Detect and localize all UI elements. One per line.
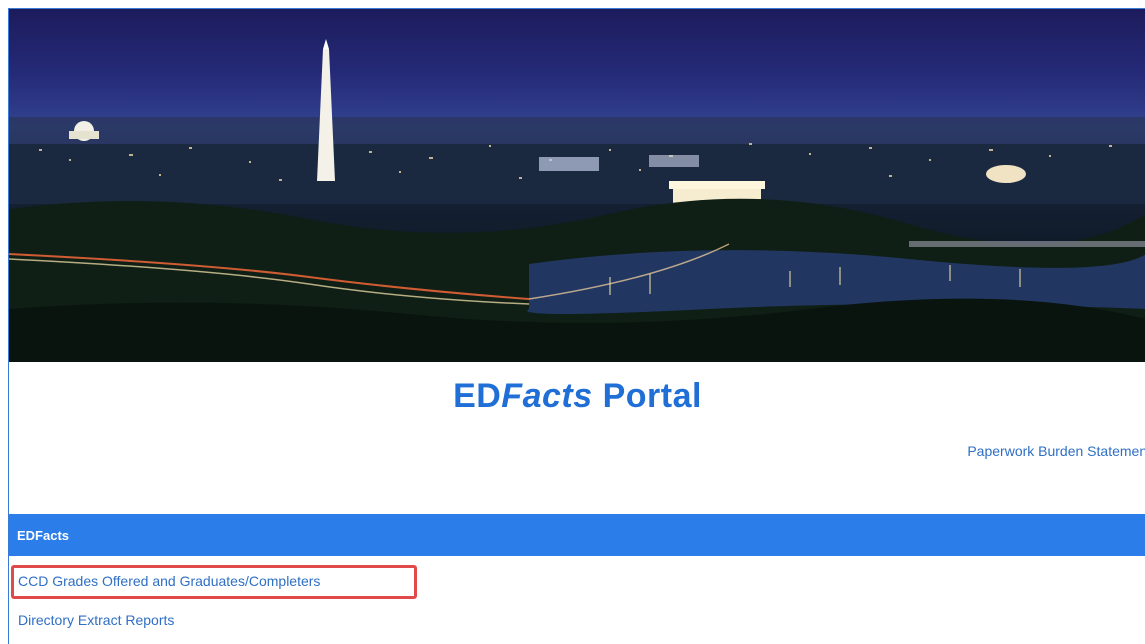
section-header-edfacts: EDFacts	[9, 514, 1145, 556]
page-frame: EDFacts Portal Paperwork Burden Statemen…	[8, 8, 1145, 644]
paperwork-burden-link[interactable]: Paperwork Burden Statement	[967, 443, 1145, 459]
page-title: EDFacts Portal	[9, 377, 1145, 416]
title-prefix: ED	[453, 377, 502, 415]
directory-extract-reports-link[interactable]: Directory Extract Reports	[18, 612, 174, 628]
ccd-grades-offered-link[interactable]: CCD Grades Offered and Graduates/Complet…	[18, 573, 320, 589]
title-suffix: Portal	[592, 377, 702, 415]
washington-night-skyline	[9, 39, 1145, 362]
title-italic: Facts	[501, 377, 593, 415]
hero-banner-image	[9, 9, 1145, 362]
